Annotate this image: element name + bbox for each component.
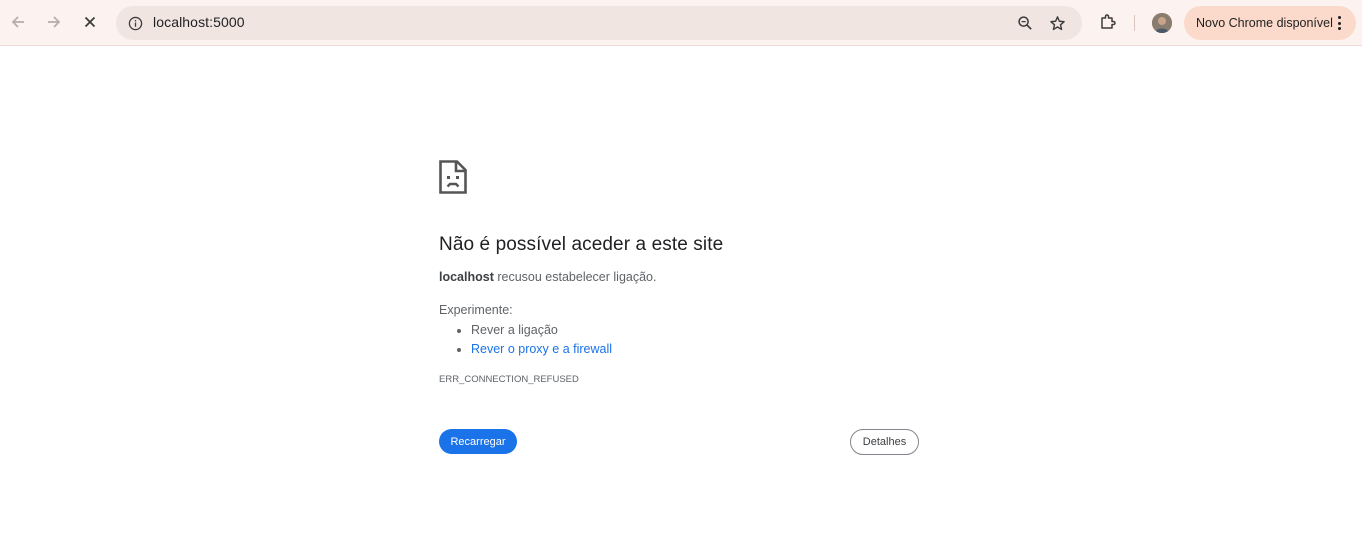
toolbar-separator bbox=[1134, 15, 1135, 31]
zoom-button[interactable] bbox=[1013, 11, 1037, 35]
forward-arrow-icon bbox=[48, 16, 61, 28]
update-chrome-button[interactable]: Novo Chrome disponível bbox=[1184, 6, 1356, 40]
browser-toolbar: localhost:5000 Novo Chrome disponível bbox=[0, 0, 1362, 46]
suggestion-item: Rever a ligação bbox=[439, 321, 612, 340]
bookmark-button[interactable] bbox=[1045, 11, 1069, 35]
stop-loading-button[interactable] bbox=[75, 7, 105, 37]
details-button[interactable]: Detalhes bbox=[850, 429, 919, 455]
sad-page-icon bbox=[439, 160, 467, 194]
profile-avatar[interactable] bbox=[1152, 13, 1172, 33]
back-button[interactable] bbox=[3, 7, 33, 37]
error-host: localhost bbox=[439, 270, 494, 284]
extensions-icon bbox=[1101, 14, 1116, 29]
stop-loading-icon bbox=[84, 16, 96, 28]
suggestion-item: Rever o proxy e a firewall bbox=[439, 340, 612, 359]
zoom-icon bbox=[1017, 15, 1032, 30]
avatar-image bbox=[1152, 13, 1172, 33]
suggestion-check-proxy-link[interactable]: Rever o proxy e a firewall bbox=[471, 342, 612, 356]
suggestion-check-connection: Rever a ligação bbox=[471, 323, 558, 337]
back-arrow-icon bbox=[11, 16, 24, 28]
site-info-icon bbox=[128, 16, 142, 30]
error-summary: localhost recusou estabelecer ligação. bbox=[439, 270, 656, 284]
forward-button[interactable] bbox=[39, 7, 69, 37]
update-chrome-label: Novo Chrome disponível bbox=[1196, 16, 1333, 30]
suggestions-label: Experimente: bbox=[439, 303, 513, 317]
error-code: ERR_CONNECTION_REFUSED bbox=[439, 374, 579, 385]
suggestions-list: Rever a ligação Rever o proxy e a firewa… bbox=[439, 321, 612, 359]
site-info-button[interactable] bbox=[122, 10, 148, 36]
error-summary-text: recusou estabelecer ligação. bbox=[493, 270, 657, 284]
extensions-button[interactable] bbox=[1096, 10, 1120, 34]
address-bar[interactable]: localhost:5000 bbox=[116, 6, 1082, 40]
bookmark-star-icon bbox=[1049, 15, 1065, 30]
error-heading: Não é possível aceder a este site bbox=[439, 234, 724, 255]
reload-button[interactable]: Recarregar bbox=[439, 429, 517, 454]
more-vert-icon[interactable] bbox=[1334, 15, 1346, 31]
url-text[interactable]: localhost:5000 bbox=[153, 14, 245, 30]
